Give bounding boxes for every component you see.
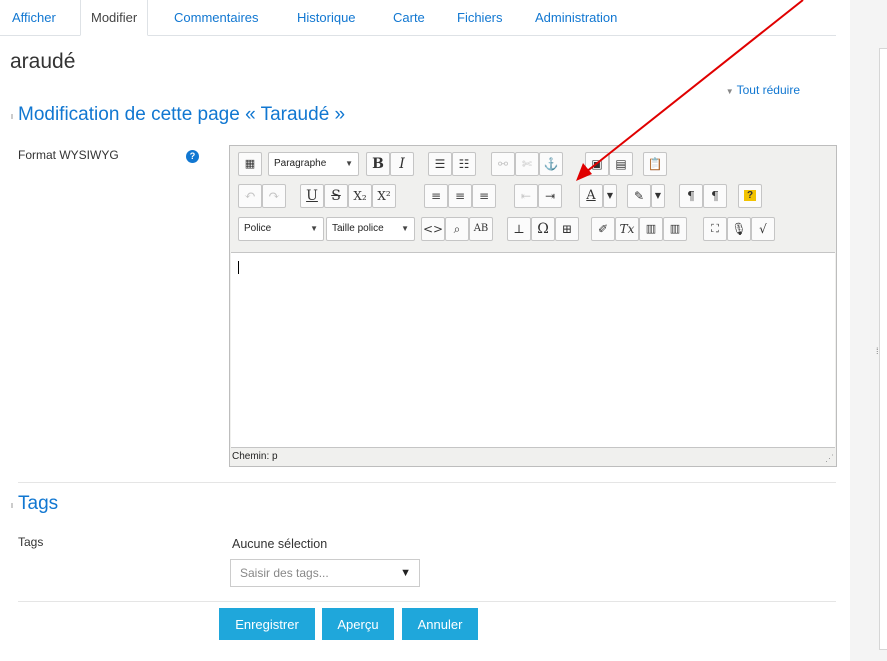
tags-input[interactable]: Saisir des tags... ▼ <box>230 559 420 587</box>
resize-handle-icon[interactable]: ⋰ <box>825 453 834 464</box>
right-panel-edge: ⁞ <box>850 0 887 661</box>
section-marker <box>11 114 13 119</box>
paste-word-icon[interactable]: ▥ <box>663 217 687 241</box>
wysiwyg-editor: ▦ Paragraphe ▼ B I ☰ ☷ ⚯ ✄ ⚓ ▣ ▤ 📋 ↶ ↷ U… <box>229 145 837 467</box>
text-color-icon[interactable]: A <box>579 184 603 208</box>
underline-icon[interactable]: U <box>300 184 324 208</box>
rtl-direction-icon[interactable]: ¶ <box>703 184 727 208</box>
fullscreen-icon[interactable]: ⛶ <box>703 217 727 241</box>
html-source-icon[interactable]: <> <box>421 217 445 241</box>
cleanup-icon[interactable]: ✐ <box>591 217 615 241</box>
tab-administration[interactable]: Administration <box>535 0 617 36</box>
format-label: Format WYSIWYG <box>18 148 119 162</box>
chevron-down-icon: ▼ <box>345 159 353 168</box>
save-button[interactable]: Enregistrer <box>219 608 315 640</box>
font-size-value: Taille police <box>332 223 384 234</box>
superscript-icon[interactable]: X² <box>372 184 396 208</box>
help-editor-icon[interactable]: ? <box>738 184 762 208</box>
subscript-icon[interactable]: X₂ <box>348 184 372 208</box>
tags-none-selected: Aucune sélection <box>232 537 328 551</box>
page-title: araudé <box>10 50 76 73</box>
bullet-list-icon[interactable]: ☰ <box>428 152 452 176</box>
equation-icon[interactable]: √ <box>751 217 775 241</box>
italic-icon[interactable]: I <box>390 152 414 176</box>
clear-formatting-icon[interactable]: Tx <box>615 217 639 241</box>
chevron-down-icon: ▼ <box>401 224 409 233</box>
change-case-icon[interactable]: AB <box>469 217 493 241</box>
text-cursor <box>238 261 239 274</box>
triangle-down-icon: ▼ <box>725 87 734 96</box>
section-marker <box>11 503 13 508</box>
search-replace-icon[interactable]: ⌕ <box>445 217 469 241</box>
highlight-color-icon[interactable]: ✎ <box>627 184 651 208</box>
tab-modifier[interactable]: Modifier <box>80 0 149 36</box>
toolbar-toggle-icon[interactable]: ▦ <box>238 152 262 176</box>
tab-commentaires[interactable]: Commentaires <box>174 0 259 36</box>
outdent-icon[interactable]: ⇤ <box>514 184 538 208</box>
main-content: Afficher Modifier Commentaires Historiqu… <box>0 0 850 661</box>
form-section-title[interactable]: Modification de cette page « Taraudé » <box>18 104 345 126</box>
preview-button[interactable]: Aperçu <box>322 608 394 640</box>
image-icon[interactable]: ▣ <box>585 152 609 176</box>
chevron-down-icon: ▼ <box>400 567 411 579</box>
right-panel <box>879 48 887 650</box>
align-center-icon[interactable]: ≡ <box>448 184 472 208</box>
tags-section-title[interactable]: Tags <box>18 493 58 515</box>
tab-afficher[interactable]: Afficher <box>12 0 56 36</box>
insert-line-icon[interactable]: ⊥ <box>507 217 531 241</box>
special-char-icon[interactable]: Ω <box>531 217 555 241</box>
font-size-select[interactable]: Taille police ▼ <box>326 217 415 241</box>
tags-label: Tags <box>18 535 44 549</box>
help-icon[interactable]: ? <box>186 150 199 163</box>
cancel-button[interactable]: Annuler <box>402 608 478 640</box>
redo-icon[interactable]: ↷ <box>262 184 286 208</box>
panel-grip-icon[interactable]: ⁞ <box>876 346 879 356</box>
numbered-list-icon[interactable]: ☷ <box>452 152 476 176</box>
align-right-icon[interactable]: ≡ <box>472 184 496 208</box>
tab-bar: Afficher Modifier Commentaires Historiqu… <box>0 0 836 36</box>
divider <box>18 482 836 483</box>
undo-icon[interactable]: ↶ <box>238 184 262 208</box>
collapse-all-link[interactable]: ▼ Tout réduire <box>726 83 800 97</box>
editor-path: Chemin: p <box>232 451 278 462</box>
tags-input-placeholder: Saisir des tags... <box>240 566 329 580</box>
table-icon[interactable]: ⊞ <box>555 217 579 241</box>
anchor-icon[interactable]: ⚓ <box>539 152 563 176</box>
editor-content-area[interactable] <box>231 252 835 448</box>
indent-icon[interactable]: ⇥ <box>538 184 562 208</box>
tab-historique[interactable]: Historique <box>297 0 356 36</box>
divider <box>18 601 836 602</box>
font-family-select[interactable]: Police ▼ <box>238 217 324 241</box>
bold-icon[interactable]: B <box>366 152 390 176</box>
chevron-down-icon: ▼ <box>310 224 318 233</box>
unlink-icon[interactable]: ✄ <box>515 152 539 176</box>
ltr-direction-icon[interactable]: ¶ <box>679 184 703 208</box>
strikethrough-icon[interactable]: S <box>324 184 348 208</box>
paragraph-select-value: Paragraphe <box>274 158 327 169</box>
paragraph-select[interactable]: Paragraphe ▼ <box>268 152 359 176</box>
media-icon[interactable]: ▤ <box>609 152 633 176</box>
tab-carte[interactable]: Carte <box>393 0 425 36</box>
align-left-icon[interactable]: ≡ <box>424 184 448 208</box>
record-audio-icon[interactable]: 🎙 <box>727 217 751 241</box>
text-color-dropdown-icon[interactable]: ▼ <box>603 184 617 208</box>
collapse-all-label: Tout réduire <box>736 83 800 97</box>
link-icon[interactable]: ⚯ <box>491 152 515 176</box>
paste-text-icon[interactable]: ▥ <box>639 217 663 241</box>
highlight-dropdown-icon[interactable]: ▼ <box>651 184 665 208</box>
tab-fichiers[interactable]: Fichiers <box>457 0 503 36</box>
font-family-value: Police <box>244 223 272 234</box>
paste-icon[interactable]: 📋 <box>643 152 667 176</box>
